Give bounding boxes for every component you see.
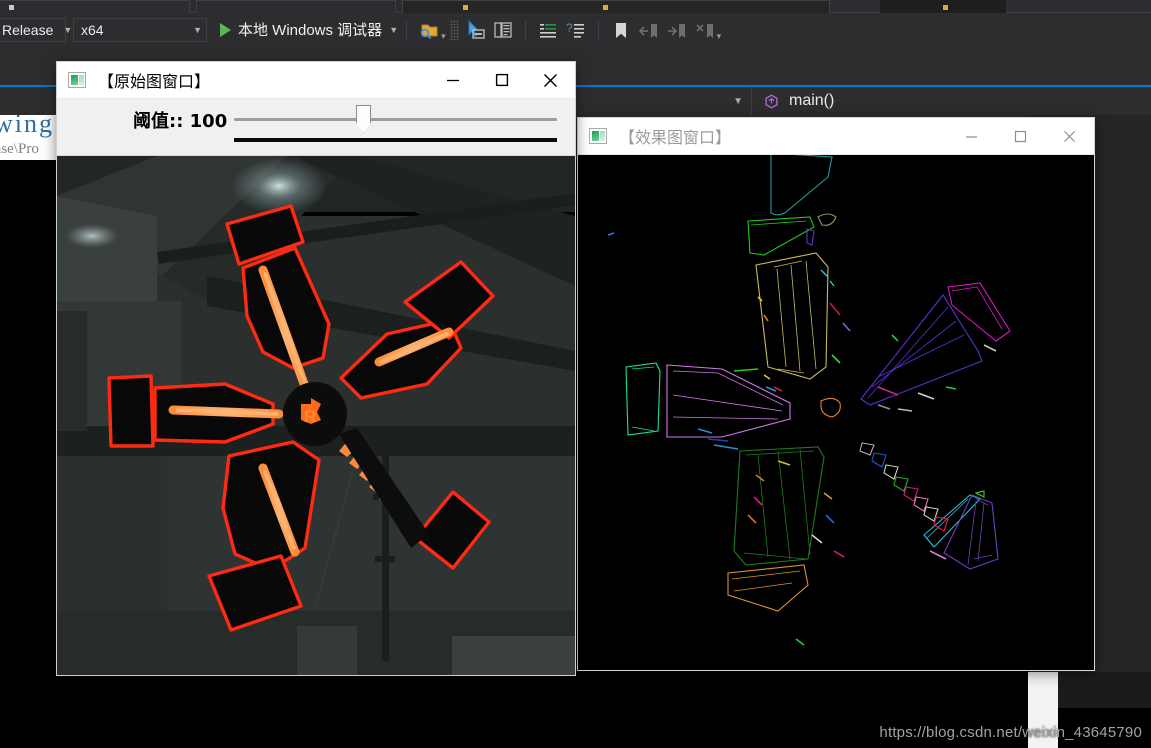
effect-image-window[interactable]: 【效果图窗口】 bbox=[578, 118, 1094, 670]
chevron-down-icon[interactable]: ▼ bbox=[389, 25, 398, 35]
method-cube-icon bbox=[764, 93, 779, 109]
chevron-down-icon[interactable]: ▾ bbox=[441, 31, 446, 42]
chevron-down-icon: ▼ bbox=[193, 24, 202, 35]
run-play-icon[interactable] bbox=[220, 22, 231, 37]
compare-files-icon[interactable] bbox=[492, 19, 514, 41]
navbar-member-value: main() bbox=[789, 92, 835, 109]
toolbar-separator bbox=[597, 19, 599, 40]
clear-bookmarks-icon[interactable] bbox=[694, 19, 716, 41]
minimize-button[interactable] bbox=[947, 118, 996, 155]
effect-image-canvas bbox=[578, 155, 1094, 670]
effect-window-title: 【效果图窗口】 bbox=[619, 128, 732, 147]
original-window-controls bbox=[428, 62, 575, 99]
chevron-down-icon: ▼ bbox=[733, 95, 743, 107]
trackbar-area: 阈值:: 100 bbox=[57, 99, 575, 156]
close-button[interactable] bbox=[526, 62, 575, 99]
previous-bookmark-icon[interactable] bbox=[638, 19, 660, 41]
original-image-canvas: R bbox=[57, 156, 575, 675]
tab-modified-dot bbox=[943, 5, 948, 10]
build-platform-value: x64 bbox=[81, 21, 104, 38]
code-fragment: ease\Pro bbox=[0, 141, 39, 157]
blog-watermark: https://blog.csdn.net/weixin_43645790 bbox=[879, 724, 1142, 741]
close-button[interactable] bbox=[1045, 118, 1094, 155]
toolbar-separator bbox=[524, 19, 526, 40]
tab-modified-dot bbox=[463, 5, 468, 10]
build-configuration-value: Release bbox=[2, 21, 54, 38]
code-fragment: wing bbox=[0, 115, 54, 138]
tab-modified-dot bbox=[9, 5, 14, 10]
opencv-image-icon bbox=[589, 128, 607, 144]
pointer-select-icon[interactable] bbox=[464, 19, 486, 41]
maximize-button[interactable] bbox=[996, 118, 1045, 155]
document-tab[interactable] bbox=[196, 0, 396, 13]
build-platform-dropdown[interactable]: x64 ▼ bbox=[73, 17, 207, 42]
standard-toolbar: Release ▼ x64 ▼ 本地 Windows 调试器 ▼ ▾ ? ▾ bbox=[0, 13, 1151, 46]
debug-target-label[interactable]: 本地 Windows 调试器 bbox=[238, 19, 382, 40]
quick-actions-icon[interactable]: ? bbox=[565, 19, 587, 41]
opencv-image-icon bbox=[68, 72, 86, 88]
effect-window-titlebar[interactable]: 【效果图窗口】 bbox=[578, 118, 1094, 155]
effect-window-controls bbox=[947, 118, 1094, 155]
toolbar-drag-handle[interactable] bbox=[449, 19, 459, 40]
original-window-title: 【原始图窗口】 bbox=[98, 72, 211, 91]
svg-text:R: R bbox=[304, 407, 316, 426]
document-tab-strip bbox=[0, 0, 1151, 13]
threshold-trackbar[interactable] bbox=[234, 118, 557, 121]
threshold-trackbar-label: 阈值:: 100 bbox=[133, 111, 228, 132]
document-tab-active[interactable] bbox=[880, 0, 1006, 13]
minimize-button[interactable] bbox=[428, 62, 477, 99]
document-tab[interactable] bbox=[402, 0, 830, 13]
build-configuration-dropdown[interactable]: Release ▼ bbox=[0, 17, 72, 42]
next-bookmark-icon[interactable] bbox=[666, 19, 688, 41]
bookmark-icon[interactable] bbox=[610, 19, 632, 41]
original-image-window[interactable]: 【原始图窗口】 阈值:: 100 R bbox=[57, 62, 575, 675]
chevron-down-icon: ▼ bbox=[63, 24, 73, 35]
threshold-trackbar-rail[interactable] bbox=[234, 138, 557, 142]
svg-text:?: ? bbox=[566, 21, 573, 35]
maximize-button[interactable] bbox=[477, 62, 526, 99]
indent-list-icon[interactable] bbox=[537, 19, 559, 41]
find-in-files-icon[interactable] bbox=[418, 19, 440, 41]
screenshot-root: Release ▼ x64 ▼ 本地 Windows 调试器 ▼ ▾ ? ▾ ▼… bbox=[0, 0, 1151, 748]
chevron-down-icon[interactable]: ▾ bbox=[717, 31, 722, 42]
document-tab[interactable] bbox=[0, 0, 190, 13]
toolbar-separator bbox=[406, 19, 408, 40]
threshold-trackbar-thumb[interactable] bbox=[356, 105, 371, 133]
original-window-titlebar[interactable]: 【原始图窗口】 bbox=[57, 62, 575, 99]
navbar-member-dropdown[interactable]: main() bbox=[752, 92, 834, 110]
tab-modified-dot bbox=[603, 5, 608, 10]
